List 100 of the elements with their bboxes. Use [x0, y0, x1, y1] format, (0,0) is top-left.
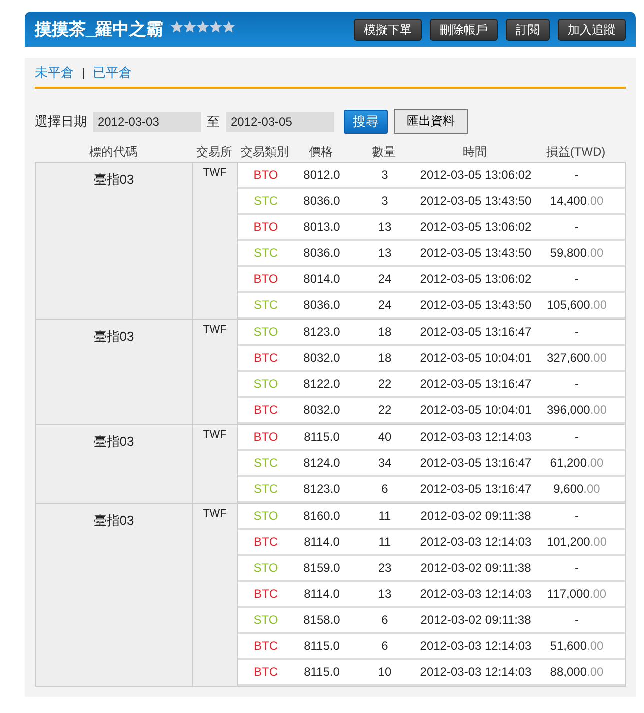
profit-cell-text: - [574, 613, 580, 627]
price-cell-text: 8114.0 [303, 535, 341, 549]
time-cell: 2012-03-02 09:11:38 [420, 509, 532, 523]
time-cell: 2012-03-05 13:16:47 [420, 456, 532, 470]
price-cell-text: 8160.0 [302, 509, 342, 523]
trade-type: STO [252, 509, 280, 523]
profit-cell-text: 9,600.00 [552, 482, 602, 496]
profit-cell-text: - [574, 377, 580, 391]
profit-cell-text: 101,200.00 [546, 535, 608, 549]
trade-type: STC [253, 246, 279, 260]
profit-cell-text: - [574, 220, 580, 234]
trade-type: STO [252, 325, 280, 339]
column-header: 交易類別 [240, 144, 290, 160]
symbol-cell: 臺指03 [36, 163, 193, 319]
profit-cell-text: - [574, 430, 580, 444]
trade-type: BTC [253, 535, 279, 549]
price-cell-text: 8013.0 [302, 220, 342, 234]
profit-cell-text: - [574, 272, 580, 286]
header-button[interactable]: 加入追蹤 [558, 18, 626, 40]
time-cell: 2012-03-05 10:04:01 [420, 351, 532, 365]
time-cell: 2012-03-05 13:43:50 [420, 298, 532, 312]
quantity-cell-text: 24 [377, 272, 393, 286]
quantity-cell-text: 34 [377, 456, 393, 470]
tab-link[interactable]: 未平倉 [35, 64, 74, 82]
price-cell-text: 8124.0 [302, 456, 342, 470]
price-cell-text: 8012.0 [302, 168, 342, 182]
trade-type: STO [252, 613, 280, 627]
trade-type: STC [253, 456, 279, 470]
quantity-cell-text: 18 [377, 351, 393, 365]
time-cell: 2012-03-02 09:11:38 [420, 613, 532, 627]
price-cell-text: 8032.0 [302, 403, 342, 417]
quantity-cell-text: 13 [377, 220, 393, 234]
column-header: 損益(TWD) [545, 144, 607, 160]
profit-cell-text: 117,000.00 [546, 587, 608, 601]
quantity-cell-text: 13 [377, 246, 393, 260]
price-cell-text: 8159.0 [302, 561, 342, 575]
quantity-cell-text: 24 [377, 298, 393, 312]
time-cell: 2012-03-05 13:16:47 [420, 325, 532, 339]
quantity-cell-text: 22 [377, 403, 393, 417]
time-cell: 2012-03-05 13:06:02 [420, 220, 532, 234]
tab-separator: | [82, 66, 86, 80]
trade-type: BTC [253, 403, 279, 417]
time-cell: 2012-03-05 13:43:50 [420, 194, 532, 208]
quantity-cell-text: 11 [378, 509, 392, 523]
column-header: 時間 [462, 144, 488, 160]
trade-type: BTC [253, 665, 279, 679]
trade-type: STO [252, 561, 280, 575]
quantity-cell-text: 10 [377, 665, 393, 679]
quantity-cell-text: 11 [378, 535, 392, 549]
trade-type: BTC [253, 587, 279, 601]
price-cell-text: 8014.0 [302, 272, 342, 286]
price-cell-text: 8123.0 [302, 325, 342, 339]
quantity-cell-text: 3 [380, 168, 390, 182]
trade-type: BTC [253, 639, 279, 653]
symbol-cell: 臺指03 [36, 320, 193, 424]
exchange-cell: TWF [193, 163, 238, 319]
price-cell-text: 8036.0 [302, 246, 342, 260]
quantity-cell-text: 6 [380, 613, 390, 627]
column-header: 交易所 [196, 144, 234, 160]
time-cell: 2012-03-05 13:06:02 [420, 168, 532, 182]
trade-type: STC [253, 298, 279, 312]
exchange-cell: TWF [193, 504, 238, 686]
profit-cell-text: 327,600.00 [546, 351, 608, 365]
price-cell-text: 8115.0 [303, 665, 341, 679]
trade-type: BTC [253, 351, 279, 365]
quantity-cell-text: 13 [377, 587, 393, 601]
profit-cell-text: - [574, 325, 580, 339]
price-cell-text: 8122.0 [302, 377, 342, 391]
price-cell-text: 8114.0 [303, 587, 341, 601]
export-button[interactable]: 匯出資料 [394, 109, 468, 134]
header-button[interactable]: 刪除帳戶 [430, 18, 498, 40]
header-button[interactable]: 模擬下單 [354, 18, 422, 40]
header-button[interactable]: 訂閱 [506, 18, 550, 40]
trade-type: BTO [252, 430, 280, 444]
column-header: 標的代碼 [88, 144, 138, 160]
price-cell-text: 8123.0 [302, 482, 342, 496]
profit-cell-text: 396,000.00 [546, 403, 608, 417]
tab-link[interactable]: 已平倉 [93, 64, 132, 82]
time-cell: 2012-03-03 12:14:03 [420, 535, 532, 549]
time-cell: 2012-03-05 13:06:02 [420, 272, 532, 286]
end-date-field[interactable]: 2012-03-05 [226, 112, 334, 132]
profit-cell-text: 105,600.00 [546, 298, 608, 312]
price-cell-text: 8036.0 [302, 298, 342, 312]
search-button[interactable]: 搜尋 [344, 110, 388, 134]
price-cell-text: 8032.0 [302, 351, 342, 365]
time-cell: 2012-03-03 12:14:03 [420, 587, 532, 601]
symbol-cell: 臺指03 [36, 504, 193, 686]
quantity-cell-text: 6 [380, 639, 390, 653]
profit-cell-text: 88,000.00 [549, 665, 605, 679]
time-cell: 2012-03-02 09:11:38 [420, 561, 532, 575]
trade-type: BTO [252, 272, 280, 286]
quantity-cell-text: 22 [377, 377, 393, 391]
trade-type: BTO [252, 168, 280, 182]
price-cell-text: 8158.0 [302, 613, 342, 627]
time-cell: 2012-03-05 13:16:47 [420, 377, 532, 391]
start-date-field[interactable]: 2012-03-03 [93, 112, 201, 132]
trade-type: STC [253, 194, 279, 208]
price-cell-text: 8036.0 [302, 194, 342, 208]
profit-cell-text: 51,600.00 [549, 639, 605, 653]
time-cell: 2012-03-05 13:16:47 [420, 482, 532, 496]
